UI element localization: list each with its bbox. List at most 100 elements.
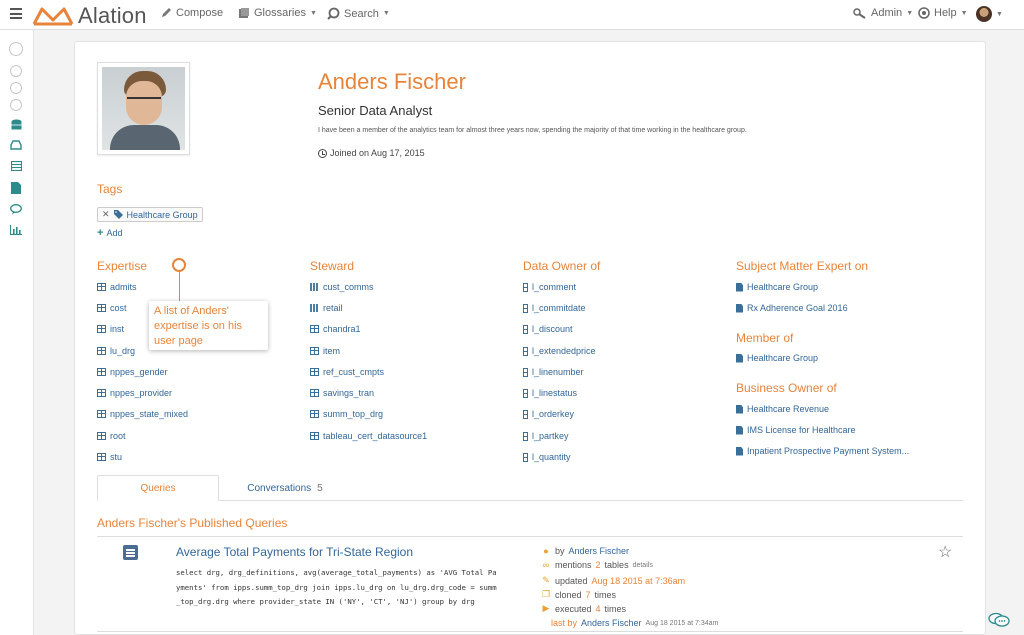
data-owner-item[interactable]: l_commitdate [523,303,586,313]
article-icon [736,303,743,313]
data-owner-item[interactable]: l_orderkey [523,409,574,419]
steward-item-label: cust_comms [323,282,374,292]
database-icon[interactable] [10,119,22,131]
steward-item[interactable]: savings_tran [310,388,374,398]
help-icon [918,7,930,19]
star-icon[interactable]: ☆ [938,542,952,562]
expertise-item[interactable]: inst [97,324,124,334]
conversation-icon[interactable] [10,204,22,216]
table-icon [97,368,106,376]
data-owner-item[interactable]: l_linestatus [523,388,577,398]
sme-item[interactable]: Healthcare Group [736,282,818,292]
help-menu[interactable]: Help ▼ [918,7,968,19]
tag-healthcare-group[interactable]: ✕ Healthcare Group [97,207,203,222]
expertise-heading: Expertise [97,259,148,273]
business-owner-item-label: Healthcare Revenue [747,404,830,414]
expertise-item[interactable]: stu [97,452,122,462]
data-owner-item[interactable]: l_comment [523,282,576,292]
tag-label: Healthcare Group [126,209,198,220]
avatar [976,6,992,22]
data-owner-item-label: l_comment [532,282,577,292]
inbox-icon[interactable] [10,140,22,152]
steward-item[interactable]: retail [310,303,343,313]
plus-icon: + [97,227,104,239]
expertise-item[interactable]: lu_drg [97,346,135,356]
column-icon [523,324,528,334]
data-owner-item-label: l_extendedprice [532,346,596,356]
add-tag-link[interactable]: + Add [97,227,122,239]
table-icon[interactable] [10,160,22,173]
admin-menu[interactable]: Admin ▼ [853,7,913,19]
steward-item[interactable]: item [310,346,340,356]
business-owner-item[interactable]: Healthcare Revenue [736,404,829,414]
expertise-item[interactable]: root [97,431,126,441]
chat-icon[interactable] [988,612,1010,628]
eye-icon[interactable] [10,82,22,94]
table-icon [97,432,106,440]
user-profile-card: Anders Fischer Senior Data Analyst I hav… [74,41,986,635]
steward-item[interactable]: tableau_cert_datasource1 [310,431,427,441]
steward-item[interactable]: ref_cust_cmpts [310,367,384,377]
query-last-by-row: last by Anders Fischer Aug 18 2015 at 7:… [551,618,718,628]
search-icon[interactable] [9,42,23,56]
target-icon[interactable] [10,99,22,111]
expertise-item[interactable]: nppes_state_mixed [97,409,188,419]
menu-icon[interactable] [10,8,22,19]
query-title-link[interactable]: Average Total Payments for Tri-State Reg… [176,545,413,559]
queries-divider [97,536,963,537]
compose-menu[interactable]: Compose [160,7,223,19]
sme-item[interactable]: Rx Adherence Goal 2016 [736,303,848,313]
details-link[interactable]: details [633,562,653,569]
data-owner-item[interactable]: l_partkey [523,431,569,441]
schema-icon [310,283,319,291]
expertise-item[interactable]: admits [97,282,137,292]
column-icon [523,409,528,419]
data-owner-item[interactable]: l_linenumber [523,367,584,377]
mentions-label: mentions [555,560,592,570]
tab-conversations[interactable]: Conversations 5 [235,475,335,501]
search-icon [327,7,340,20]
query-sql-line: select drg, drg_definitions, avg(average… [176,568,497,577]
steward-item[interactable]: chandra1 [310,324,361,334]
steward-item[interactable]: summ_top_drg [310,409,383,419]
profile-title: Senior Data Analyst [318,103,433,118]
document-icon[interactable] [10,182,22,194]
query-updated-row: ✎ updated Aug 18 2015 at 7:36am [541,575,685,586]
conversations-count: 5 [317,482,323,494]
business-owner-item[interactable]: IMS License for Healthcare [736,425,856,435]
expertise-item-label: lu_drg [110,346,136,356]
column-icon [523,431,528,441]
last-by-user-link[interactable]: Anders Fischer [581,618,642,628]
expertise-item[interactable]: nppes_provider [97,388,172,398]
member-of-item[interactable]: Healthcare Group [736,353,818,363]
data-owner-item[interactable]: l_discount [523,324,573,334]
callout-marker [172,258,186,272]
sme-heading: Subject Matter Expert on [736,259,869,273]
alation-logo[interactable]: Alation [32,3,147,29]
expertise-item-label: nppes_gender [110,367,168,377]
star-icon[interactable] [10,65,22,77]
user-menu[interactable]: ▼ [976,6,1003,22]
search-menu[interactable]: Search ▼ [327,7,390,20]
column-icon [523,367,528,377]
glossaries-menu[interactable]: Glossaries ▼ [238,7,317,19]
data-owner-item[interactable]: l_quantity [523,452,571,462]
article-icon [736,404,743,414]
data-owner-item[interactable]: l_extendedprice [523,346,596,356]
business-owner-item[interactable]: Inpatient Prospective Payment System... [736,446,909,456]
table-icon [97,347,106,355]
tab-queries[interactable]: Queries [97,475,219,501]
updated-value: Aug 18 2015 at 7:36am [591,575,686,586]
cloned-count: 7 [585,589,591,600]
expertise-item[interactable]: cost [97,303,127,313]
expertise-item[interactable]: nppes_gender [97,367,168,377]
steward-item[interactable]: cust_comms [310,282,374,292]
query-sql-line: _top_drg.drg where provider_state IN ('N… [176,597,475,606]
bar-chart-icon[interactable] [9,225,22,237]
tag-icon [113,210,123,219]
table-icon [97,325,106,333]
remove-tag-icon[interactable]: ✕ [102,209,110,220]
tab-queries-label: Queries [140,482,176,494]
author-link[interactable]: Anders Fischer [569,546,630,556]
top-navbar: Alation Compose Glossaries ▼ Search ▼ Ad… [0,0,1024,30]
